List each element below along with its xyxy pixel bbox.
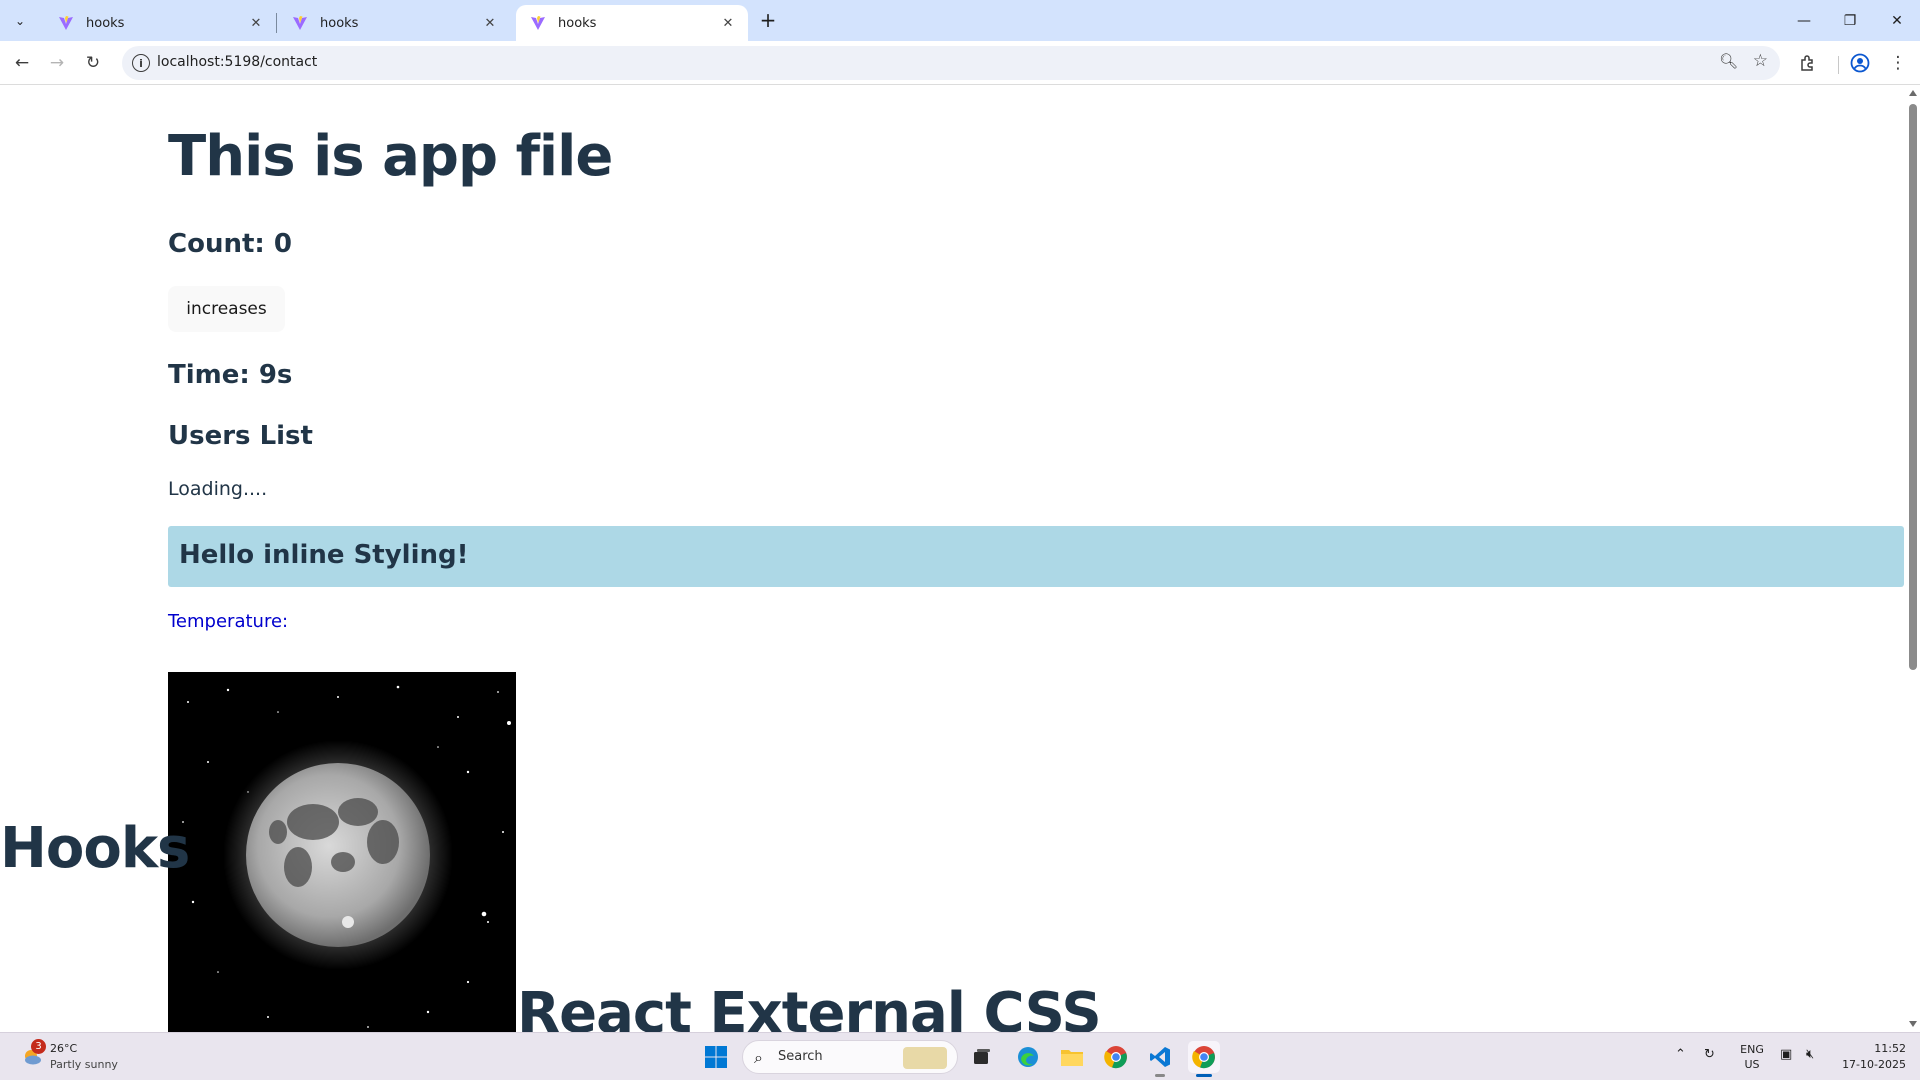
network-icon[interactable]: ▣ [1780,1047,1792,1062]
hooks-heading: Hooks [0,816,190,881]
system-clock[interactable]: 11:52 17-10-2025 [1836,1041,1906,1073]
tab-title: hooks [558,15,597,31]
show-hidden-icons-chevron-icon[interactable]: ⌃ [1675,1047,1686,1062]
browser-tab-2[interactable]: hooks ✕ [278,5,510,41]
minimize-icon[interactable]: — [1781,0,1827,41]
increase-button[interactable]: increases [168,286,285,332]
vite-favicon-icon [531,16,545,30]
tab-title: hooks [86,15,125,31]
clock-date: 17-10-2025 [1842,1058,1906,1071]
taskbar-search[interactable]: ⌕ Search [742,1040,958,1074]
browser-toolbar: ← → ↻ i localhost:5198/contact 🔍︎ ☆ ⋮ [0,41,1920,85]
tab-title: hooks [320,15,359,31]
weather-widget[interactable]: 3 26°C Partly sunny [18,1039,178,1075]
region-code: US [1744,1058,1760,1071]
tab-close-icon[interactable]: ✕ [480,13,500,33]
volume-muted-icon[interactable]: 🔇︎ [1806,1047,1814,1062]
back-arrow-icon[interactable]: ← [8,49,36,77]
inline-styled-box: Hello inline Styling! [168,526,1904,587]
count-display: Count: 0 [168,229,292,259]
scroll-down-arrow-icon[interactable] [1909,1021,1917,1027]
loading-text: Loading.... [168,478,268,500]
weather-temperature: 26°C [50,1042,78,1055]
file-explorer-icon[interactable] [1056,1041,1088,1073]
chrome-active-icon[interactable] [1188,1041,1220,1077]
profile-avatar-icon[interactable] [1847,50,1873,76]
external-css-heading: React External CSS [517,981,1102,1032]
page-scrollbar[interactable] [1906,86,1920,1032]
bookmark-star-icon[interactable]: ☆ [1753,51,1768,71]
tab-close-icon[interactable]: ✕ [718,13,738,33]
tab-divider [276,13,277,33]
running-indicator [1155,1074,1165,1077]
vite-favicon-icon [293,16,307,30]
zoom-icon[interactable]: 🔍︎ [1719,52,1738,70]
taskview-icon[interactable] [966,1041,998,1073]
restore-icon[interactable]: ❐ [1827,0,1873,41]
windows-taskbar: 3 26°C Partly sunny ⌕ Search ⌃ ↻ ENG US … [0,1032,1920,1080]
toolbar-divider [1838,56,1839,74]
vite-favicon-icon [59,16,73,30]
users-list-heading: Users List [168,421,313,451]
page-title: This is app file [168,124,613,189]
language-code: ENG [1740,1043,1764,1056]
inline-styled-heading: Hello inline Styling! [179,540,469,570]
windows-start-icon[interactable] [704,1045,728,1069]
active-indicator [1196,1074,1212,1077]
scrollbar-thumb[interactable] [1909,104,1917,670]
chrome-icon[interactable] [1100,1041,1132,1073]
forward-arrow-icon[interactable]: → [43,49,71,77]
timer-display: Time: 9s [168,360,293,390]
browser-tab-3-active[interactable]: hooks ✕ [516,5,748,41]
url-text[interactable]: localhost:5198/contact [157,54,317,70]
moon-image [168,672,516,1032]
language-indicator[interactable]: ENG US [1738,1042,1766,1072]
weather-condition: Partly sunny [50,1058,118,1071]
edge-browser-icon[interactable] [1012,1041,1044,1073]
browser-tab-bar: ⌄ hooks ✕ hooks ✕ hooks ✕ + — ❐ ✕ [0,0,1920,41]
site-info-icon[interactable]: i [132,54,150,72]
browser-tab-1[interactable]: hooks ✕ [44,5,276,41]
tab-close-icon[interactable]: ✕ [246,13,266,33]
search-icon: ⌕ [754,1048,763,1067]
tab-search-chevron-icon[interactable]: ⌄ [8,9,32,33]
sync-icon[interactable]: ↻ [1704,1047,1715,1062]
scroll-up-arrow-icon[interactable] [1909,90,1917,96]
close-window-icon[interactable]: ✕ [1874,0,1920,41]
extensions-puzzle-icon[interactable] [1795,50,1821,76]
page-viewport: This is app file Count: 0 increases Time… [0,86,1906,1032]
reload-icon[interactable]: ↻ [79,49,107,77]
weather-alert-badge: 3 [31,1039,46,1054]
temperature-label: Temperature: [168,611,289,632]
search-label: Search [778,1049,823,1064]
vscode-icon[interactable] [1144,1041,1176,1077]
clock-time: 11:52 [1874,1042,1906,1055]
search-highlight-icon [903,1047,947,1069]
new-tab-plus-icon[interactable]: + [756,8,780,32]
menu-kebab-icon[interactable]: ⋮ [1885,50,1911,76]
address-bar[interactable]: i localhost:5198/contact 🔍︎ ☆ [122,46,1780,80]
